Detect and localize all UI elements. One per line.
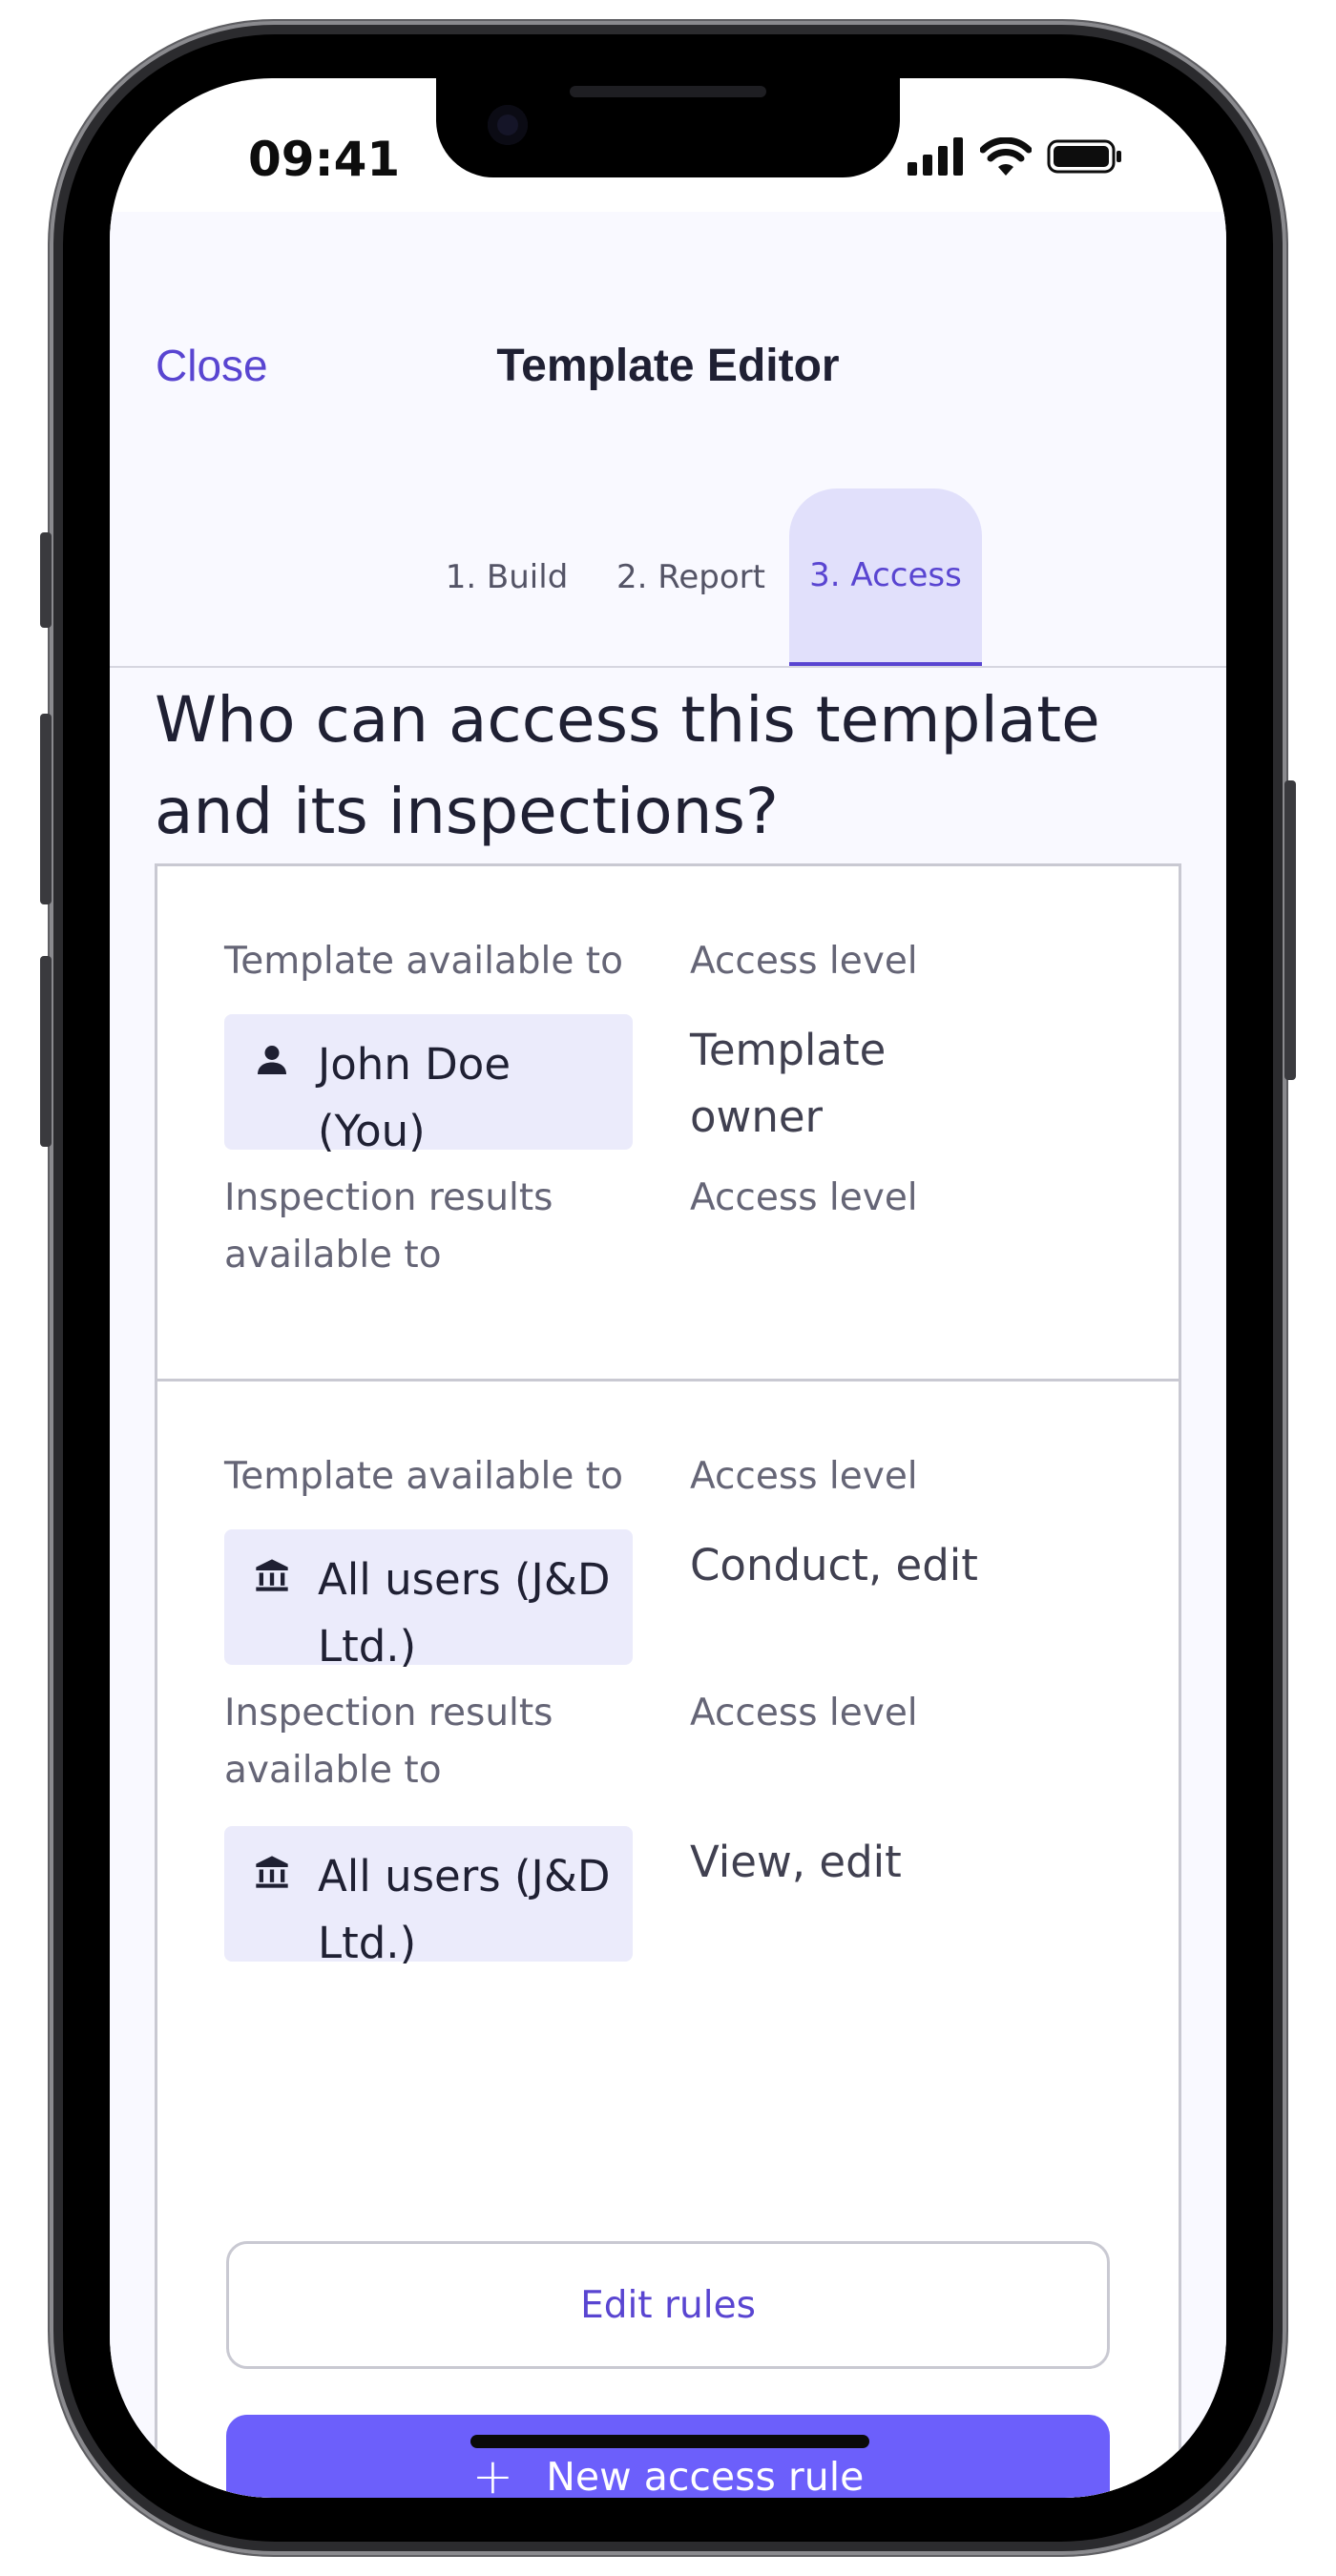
inspection-results-label: Inspection results available to xyxy=(224,1170,553,1284)
cellular-signal-icon xyxy=(908,137,963,176)
chip-text: John Doe (You) xyxy=(318,1031,511,1156)
wifi-icon xyxy=(980,137,1032,176)
app-content: Close Template Editor 1. Build 2. Report… xyxy=(110,212,1226,2498)
new-access-rule-label: New access rule xyxy=(546,2454,865,2498)
label-line: available to xyxy=(224,1749,442,1792)
silent-switch xyxy=(40,532,52,628)
access-level-label: Access level xyxy=(690,1692,918,1735)
new-access-rule-button[interactable]: + New access rule xyxy=(226,2415,1110,2498)
bank-icon xyxy=(256,1559,288,1591)
chip-text: All users (J&D Ltd.) xyxy=(318,1547,611,1672)
status-icons xyxy=(908,137,1123,176)
power-button xyxy=(1284,780,1296,1080)
heading-line: and its inspections? xyxy=(155,775,779,848)
access-level-label: Access level xyxy=(690,1176,918,1219)
tab-access[interactable]: 3. Access xyxy=(789,488,982,666)
page-title: Template Editor xyxy=(496,341,840,391)
label-line: available to xyxy=(224,1234,442,1277)
chip-line: All users (J&D xyxy=(318,1851,611,1901)
value-line: View, edit xyxy=(690,1837,902,1887)
tab-label: 3. Access xyxy=(809,556,962,594)
home-indicator[interactable] xyxy=(470,2435,869,2448)
chip-line: Ltd.) xyxy=(318,1918,417,1968)
plus-icon: + xyxy=(471,2448,514,2498)
person-icon xyxy=(258,1046,286,1074)
inspection-results-label: Inspection results available to xyxy=(224,1685,553,1799)
chip-line: (You) xyxy=(318,1106,426,1156)
label-line: Inspection results xyxy=(224,1692,553,1735)
access-rule: Template available to Access level John … xyxy=(157,866,1179,1379)
chip-text: All users (J&D Ltd.) xyxy=(318,1843,611,1968)
value-line: Template xyxy=(690,1025,887,1075)
battery-icon xyxy=(1047,139,1121,174)
chip-line: John Doe xyxy=(318,1039,511,1090)
group-chip[interactable]: All users (J&D Ltd.) xyxy=(224,1529,633,1672)
group-chip[interactable]: All users (J&D Ltd.) xyxy=(224,1826,633,1968)
tab-divider xyxy=(110,666,1226,668)
section-heading: Who can access this template and its ins… xyxy=(155,675,1185,858)
template-available-label: Template available to xyxy=(224,940,623,983)
value-line: Conduct, edit xyxy=(690,1540,978,1590)
access-level-value: Conduct, edit xyxy=(690,1532,978,1599)
access-level-value: View, edit xyxy=(690,1829,902,1896)
chip-line: Ltd.) xyxy=(318,1621,417,1672)
tab-label: 2. Report xyxy=(616,558,765,596)
step-tabs: 1. Build 2. Report 3. Access xyxy=(110,488,1226,666)
value-line: owner xyxy=(690,1091,824,1142)
access-level-label: Access level xyxy=(690,1455,918,1498)
tab-build[interactable]: 1. Build xyxy=(421,488,593,666)
volume-up-button xyxy=(40,714,52,904)
front-camera xyxy=(488,105,528,145)
access-rule: Template available to Access level All u… xyxy=(157,1379,1179,2040)
screen: Close Template Editor 1. Build 2. Report… xyxy=(110,78,1226,2498)
user-chip[interactable]: John Doe (You) xyxy=(224,1014,633,1156)
tab-label: 1. Build xyxy=(445,558,569,596)
chip-line: All users (J&D xyxy=(318,1554,611,1605)
access-level-label: Access level xyxy=(690,940,918,983)
bank-icon xyxy=(256,1856,288,1888)
notch xyxy=(436,78,900,177)
label-line: Inspection results xyxy=(224,1176,553,1219)
edit-rules-button[interactable]: Edit rules xyxy=(226,2241,1110,2369)
access-rules-card: Template available to Access level John … xyxy=(155,863,1181,2498)
access-level-value: Template owner xyxy=(690,1017,886,1151)
heading-line: Who can access this template xyxy=(155,683,1100,757)
tab-report[interactable]: 2. Report xyxy=(595,488,787,666)
volume-down-button xyxy=(40,956,52,1147)
status-time: 09:41 xyxy=(248,132,401,187)
template-available-label: Template available to xyxy=(224,1455,623,1498)
